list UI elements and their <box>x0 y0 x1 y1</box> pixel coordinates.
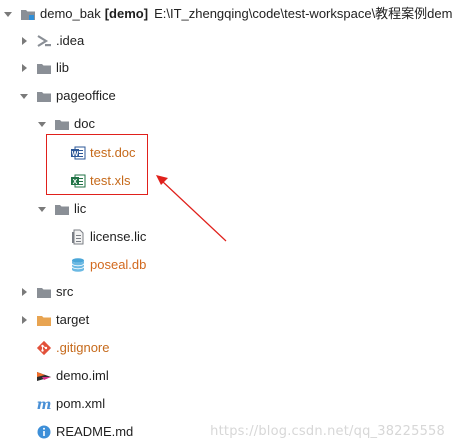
folder-icon <box>36 60 52 76</box>
tree-item-label: pom.xml <box>56 396 106 411</box>
tree-item-label: pageoffice <box>56 88 116 103</box>
tree-item-label: .idea <box>56 33 85 48</box>
tree-item-license-lic[interactable]: license.lic <box>0 226 453 248</box>
idea-settings-icon <box>36 33 52 49</box>
excluded-folder-icon <box>36 312 52 328</box>
module-folder-icon <box>20 6 36 22</box>
tree-item-target[interactable]: target <box>0 309 453 331</box>
git-icon <box>36 340 52 356</box>
chevron-right-icon[interactable] <box>18 286 30 298</box>
tree-item-poseal-db[interactable]: poseal.db <box>0 254 453 276</box>
chevron-down-icon[interactable] <box>2 8 14 20</box>
tree-item-doc[interactable]: doc <box>0 113 453 135</box>
tree-item-lic[interactable]: lic <box>0 198 453 220</box>
tree-item-label: lic <box>74 201 87 216</box>
word-file-icon: W <box>70 145 86 161</box>
tree-item-lib[interactable]: lib <box>0 57 453 79</box>
chevron-right-icon[interactable] <box>18 35 30 47</box>
tree-item-gitignore[interactable]: .gitignore <box>0 337 453 359</box>
svg-text:W: W <box>72 151 79 158</box>
excel-file-icon: X <box>70 173 86 189</box>
svg-text:X: X <box>73 179 78 186</box>
folder-icon <box>54 116 70 132</box>
chevron-down-icon[interactable] <box>18 90 30 102</box>
chevron-down-icon[interactable] <box>36 118 48 130</box>
tree-item-label: target <box>56 312 90 327</box>
tree-item-test-xls[interactable]: X test.xls <box>0 170 453 192</box>
folder-icon <box>36 284 52 300</box>
tree-item-label: license.lic <box>90 229 147 244</box>
tree-item-label: test.doc <box>90 145 136 160</box>
tree-item-label: lib <box>56 60 70 75</box>
chevron-right-icon[interactable] <box>18 314 30 326</box>
tree-item-src[interactable]: src <box>0 281 453 303</box>
tree-root-demo-bak[interactable]: demo_bak [demo] E:\IT_zhengqing\code\tes… <box>0 3 453 25</box>
tree-item-pageoffice[interactable]: pageoffice <box>0 85 453 107</box>
chevron-right-icon[interactable] <box>18 62 30 74</box>
tree-item-label: poseal.db <box>90 257 147 272</box>
info-icon <box>36 424 52 440</box>
database-icon <box>70 257 86 273</box>
tree-item-label: test.xls <box>90 173 131 188</box>
tree-item-test-doc[interactable]: W test.doc <box>0 142 453 164</box>
tree-item-pom-xml[interactable]: m pom.xml <box>0 393 453 415</box>
watermark: https://blog.csdn.net/qq_38225558 <box>210 424 445 439</box>
root-name: demo_bak <box>40 6 101 21</box>
tree-item-label: README.md <box>56 424 134 439</box>
tree-item-idea[interactable]: .idea <box>0 30 453 52</box>
maven-icon: m <box>36 396 52 412</box>
tree-item-label: .gitignore <box>56 340 110 355</box>
tree-item-label: demo.iml <box>56 368 109 383</box>
root-path: E:\IT_zhengqing\code\test-workspace\教程案例… <box>154 6 453 21</box>
text-file-icon <box>70 229 86 245</box>
root-module: [demo] <box>104 6 149 21</box>
iml-module-icon <box>36 368 52 384</box>
svg-text:m: m <box>37 397 52 412</box>
tree-item-label: doc <box>74 116 95 131</box>
chevron-down-icon[interactable] <box>36 203 48 215</box>
folder-icon <box>36 88 52 104</box>
tree-item-demo-iml[interactable]: demo.iml <box>0 365 453 387</box>
tree-item-label: src <box>56 284 74 299</box>
folder-icon <box>54 201 70 217</box>
